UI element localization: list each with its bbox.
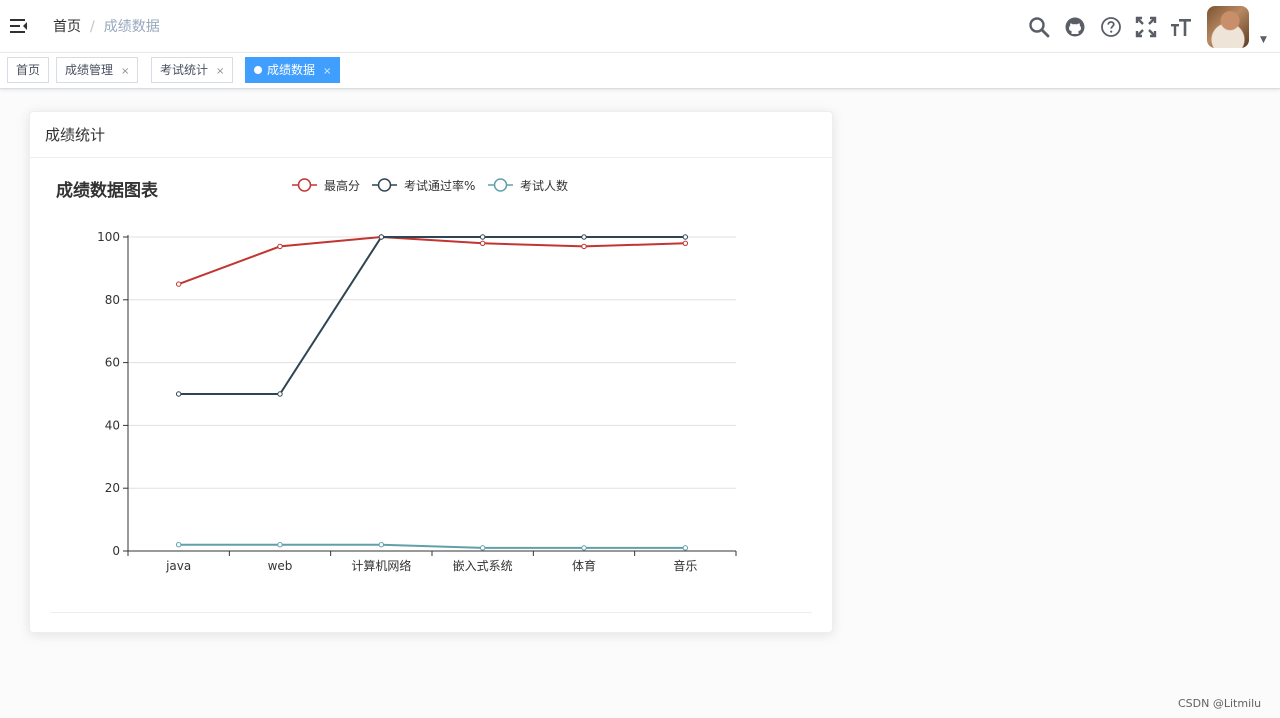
tag-label: 成绩数据: [267, 63, 316, 77]
tag-score-management[interactable]: 成绩管理 ×: [56, 57, 139, 83]
fullscreen-icon[interactable]: [1135, 16, 1157, 38]
x-tick-label: 嵌入式系统: [453, 559, 513, 573]
tags-view: 首页 成绩管理 × 考试统计 × 成绩数据 ×: [0, 53, 1280, 89]
data-point: [175, 391, 182, 397]
breadcrumb: 首页 / 成绩数据: [53, 17, 160, 37]
score-statistics-card: 成绩统计 成绩数据图表 最高分 考试通过率% 考试人数 0 20 40 60 80 100 java…: [29, 111, 833, 633]
legend-marker: [377, 178, 392, 192]
y-tick-label: 80: [105, 293, 120, 307]
tag-label: 成绩管理: [65, 63, 114, 77]
tag-score-data[interactable]: 成绩数据 ×: [245, 57, 341, 83]
data-point: [581, 243, 587, 250]
data-point: [378, 234, 385, 240]
score-line-chart: 成绩数据图表 最高分 考试通过率% 考试人数 0 20 40 60 80 100 java web 计算…: [56, 178, 737, 573]
close-icon[interactable]: ×: [216, 66, 224, 77]
x-tick-label: 体育: [572, 558, 596, 573]
tag-home[interactable]: 首页: [7, 57, 50, 83]
data-point: [277, 243, 283, 250]
breadcrumb-separator: /: [90, 19, 95, 35]
data-point: [682, 234, 689, 240]
data-point: [277, 542, 283, 548]
data-point: [682, 545, 689, 551]
breadcrumb-current: 成绩数据: [103, 19, 160, 35]
legend-label: 最高分: [324, 178, 360, 193]
chart-title: 成绩数据图表: [56, 180, 159, 201]
y-tick-label: 100: [97, 230, 120, 244]
legend-marker: [493, 178, 508, 192]
series-line-2: [178, 236, 686, 395]
tag-exam-statistics[interactable]: 考试统计 ×: [151, 57, 234, 83]
y-tick-label: 20: [105, 481, 120, 495]
legend-label: 考试通过率%: [404, 178, 475, 193]
x-tick-label: 音乐: [673, 558, 697, 573]
data-point: [175, 281, 182, 287]
y-tick-label: 0: [112, 544, 120, 558]
help-icon[interactable]: [1100, 16, 1122, 38]
navbar: 首页 / 成绩数据 ▼: [0, 0, 1280, 53]
data-point: [175, 542, 182, 548]
tag-label: 考试统计: [160, 63, 209, 77]
series-line-3: [178, 543, 686, 549]
x-tick-label: 计算机网络: [351, 558, 411, 573]
close-icon[interactable]: ×: [323, 66, 331, 77]
x-tick-label: java: [165, 559, 191, 573]
breadcrumb-home[interactable]: 首页: [53, 19, 81, 35]
avatar[interactable]: [1207, 6, 1249, 48]
y-tick-label: 60: [105, 356, 120, 370]
legend-marker: [297, 178, 312, 192]
active-dot-icon: [254, 66, 262, 74]
watermark: CSDN @Litmilu: [1178, 697, 1262, 710]
data-point: [277, 391, 283, 397]
text-size-icon[interactable]: [1170, 16, 1192, 38]
data-point: [682, 240, 689, 246]
legend-label: 考试人数: [520, 178, 568, 193]
data-point: [378, 542, 385, 548]
data-point: [581, 234, 587, 240]
data-point: [581, 545, 587, 551]
github-icon[interactable]: [1064, 16, 1086, 38]
search-icon[interactable]: [1028, 16, 1050, 38]
x-tick-label: web: [268, 559, 293, 573]
divider: [50, 612, 812, 613]
data-point: [479, 240, 486, 246]
hamburger-icon[interactable]: [9, 16, 29, 36]
data-point: [479, 545, 486, 551]
close-icon[interactable]: ×: [121, 66, 129, 77]
data-point: [479, 234, 486, 240]
tag-label: 首页: [16, 63, 41, 77]
y-tick-label: 40: [105, 418, 120, 432]
series-line-1: [178, 235, 686, 286]
chevron-down-icon[interactable]: ▼: [1260, 35, 1267, 45]
